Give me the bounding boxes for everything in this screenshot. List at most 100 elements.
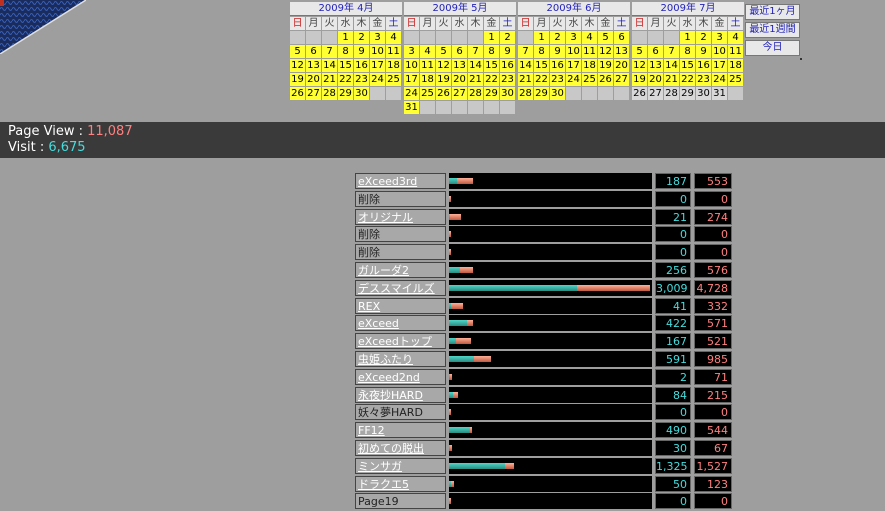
calendar-day[interactable]: 14: [468, 59, 483, 72]
calendar-day[interactable]: 20: [614, 59, 629, 72]
calendar-day[interactable]: 29: [338, 87, 353, 100]
calendar-day[interactable]: 25: [386, 73, 401, 86]
calendar-day[interactable]: 23: [354, 73, 369, 86]
calendar-day[interactable]: 11: [582, 45, 597, 58]
calendar-day[interactable]: 19: [598, 59, 613, 72]
calendar-day[interactable]: 2: [696, 31, 711, 44]
calendar-day[interactable]: 22: [484, 73, 499, 86]
calendar-day[interactable]: 24: [404, 87, 419, 100]
calendar-day[interactable]: 22: [680, 73, 695, 86]
calendar-day[interactable]: 4: [420, 45, 435, 58]
calendar-day[interactable]: 3: [566, 31, 581, 44]
calendar-day[interactable]: 23: [550, 73, 565, 86]
calendar-day[interactable]: 12: [436, 59, 451, 72]
calendar-day[interactable]: 7: [518, 45, 533, 58]
calendar-day[interactable]: 7: [468, 45, 483, 58]
calendar-day[interactable]: 24: [566, 73, 581, 86]
calendar-month-title[interactable]: 2009年 7月: [632, 2, 744, 16]
calendar-day[interactable]: 10: [370, 45, 385, 58]
calendar-day[interactable]: 30: [550, 87, 565, 100]
calendar-day[interactable]: 27: [648, 87, 663, 100]
ranking-page-name[interactable]: eXceed: [355, 315, 446, 332]
calendar-day[interactable]: 2: [354, 31, 369, 44]
calendar-day[interactable]: 9: [354, 45, 369, 58]
ranking-page-name[interactable]: REX: [355, 297, 446, 314]
calendar-day[interactable]: 9: [550, 45, 565, 58]
calendar-day[interactable]: 25: [728, 73, 743, 86]
calendar-day[interactable]: 10: [566, 45, 581, 58]
calendar-day[interactable]: 24: [712, 73, 727, 86]
calendar-day[interactable]: 31: [712, 87, 727, 100]
calendar-day[interactable]: 20: [306, 73, 321, 86]
calendar-day[interactable]: 14: [664, 59, 679, 72]
last-month-link[interactable]: 最近1ヶ月: [745, 4, 800, 20]
calendar-day[interactable]: 5: [632, 45, 647, 58]
calendar-day[interactable]: 6: [306, 45, 321, 58]
calendar-day[interactable]: 4: [728, 31, 743, 44]
calendar-day[interactable]: 5: [598, 31, 613, 44]
ranking-page-name[interactable]: eXceedトップ: [355, 333, 446, 350]
calendar-day[interactable]: 30: [696, 87, 711, 100]
calendar-day[interactable]: 31: [404, 101, 419, 114]
calendar-day[interactable]: 7: [664, 45, 679, 58]
ranking-page-name[interactable]: オリジナル: [355, 208, 446, 225]
calendar-day[interactable]: 17: [404, 73, 419, 86]
calendar-day[interactable]: 8: [680, 45, 695, 58]
calendar-day[interactable]: 25: [420, 87, 435, 100]
calendar-day[interactable]: 29: [534, 87, 549, 100]
ranking-page-name[interactable]: デススマイルズ: [355, 279, 446, 296]
calendar-day[interactable]: 4: [582, 31, 597, 44]
calendar-day[interactable]: 10: [404, 59, 419, 72]
calendar-day[interactable]: 19: [436, 73, 451, 86]
calendar-day[interactable]: 25: [582, 73, 597, 86]
calendar-day[interactable]: 27: [452, 87, 467, 100]
ranking-page-name[interactable]: FF12: [355, 422, 446, 439]
calendar-day[interactable]: 19: [290, 73, 305, 86]
calendar-day[interactable]: 1: [484, 31, 499, 44]
calendar-day[interactable]: 13: [452, 59, 467, 72]
calendar-day[interactable]: 24: [370, 73, 385, 86]
calendar-day[interactable]: 20: [648, 73, 663, 86]
ranking-page-name[interactable]: eXceed3rd: [355, 173, 446, 189]
calendar-day[interactable]: 2: [550, 31, 565, 44]
calendar-day[interactable]: 1: [680, 31, 695, 44]
calendar-day[interactable]: 20: [452, 73, 467, 86]
calendar-day[interactable]: 21: [664, 73, 679, 86]
calendar-day[interactable]: 18: [386, 59, 401, 72]
calendar-day[interactable]: 27: [306, 87, 321, 100]
ranking-page-name[interactable]: ミンサガ: [355, 457, 446, 474]
ranking-page-name[interactable]: eXceed2nd: [355, 368, 446, 385]
ranking-page-name[interactable]: 初めての脱出: [355, 439, 446, 456]
ranking-page-name[interactable]: ガルーダ2: [355, 261, 446, 278]
calendar-day[interactable]: 3: [404, 45, 419, 58]
calendar-day[interactable]: 8: [534, 45, 549, 58]
calendar-day[interactable]: 29: [484, 87, 499, 100]
calendar-day[interactable]: 17: [566, 59, 581, 72]
calendar-day[interactable]: 19: [632, 73, 647, 86]
calendar-day[interactable]: 21: [518, 73, 533, 86]
calendar-day[interactable]: 18: [420, 73, 435, 86]
calendar-day[interactable]: 28: [664, 87, 679, 100]
calendar-day[interactable]: 2: [500, 31, 515, 44]
calendar-day[interactable]: 12: [290, 59, 305, 72]
calendar-day[interactable]: 16: [500, 59, 515, 72]
calendar-day[interactable]: 13: [648, 59, 663, 72]
calendar-day[interactable]: 4: [386, 31, 401, 44]
calendar-day[interactable]: 28: [322, 87, 337, 100]
calendar-day[interactable]: 29: [680, 87, 695, 100]
ranking-page-name[interactable]: 虫姫ふたり: [355, 350, 446, 367]
calendar-day[interactable]: 23: [500, 73, 515, 86]
calendar-day[interactable]: 14: [518, 59, 533, 72]
calendar-day[interactable]: 6: [648, 45, 663, 58]
calendar-day[interactable]: 10: [712, 45, 727, 58]
calendar-day[interactable]: 14: [322, 59, 337, 72]
calendar-day[interactable]: 28: [468, 87, 483, 100]
ranking-page-name[interactable]: 永夜抄HARD: [355, 386, 446, 403]
calendar-day[interactable]: 18: [582, 59, 597, 72]
calendar-day[interactable]: 15: [680, 59, 695, 72]
calendar-day[interactable]: 1: [534, 31, 549, 44]
calendar-day[interactable]: 6: [614, 31, 629, 44]
calendar-day[interactable]: 8: [484, 45, 499, 58]
calendar-day[interactable]: 26: [436, 87, 451, 100]
calendar-day[interactable]: 13: [306, 59, 321, 72]
